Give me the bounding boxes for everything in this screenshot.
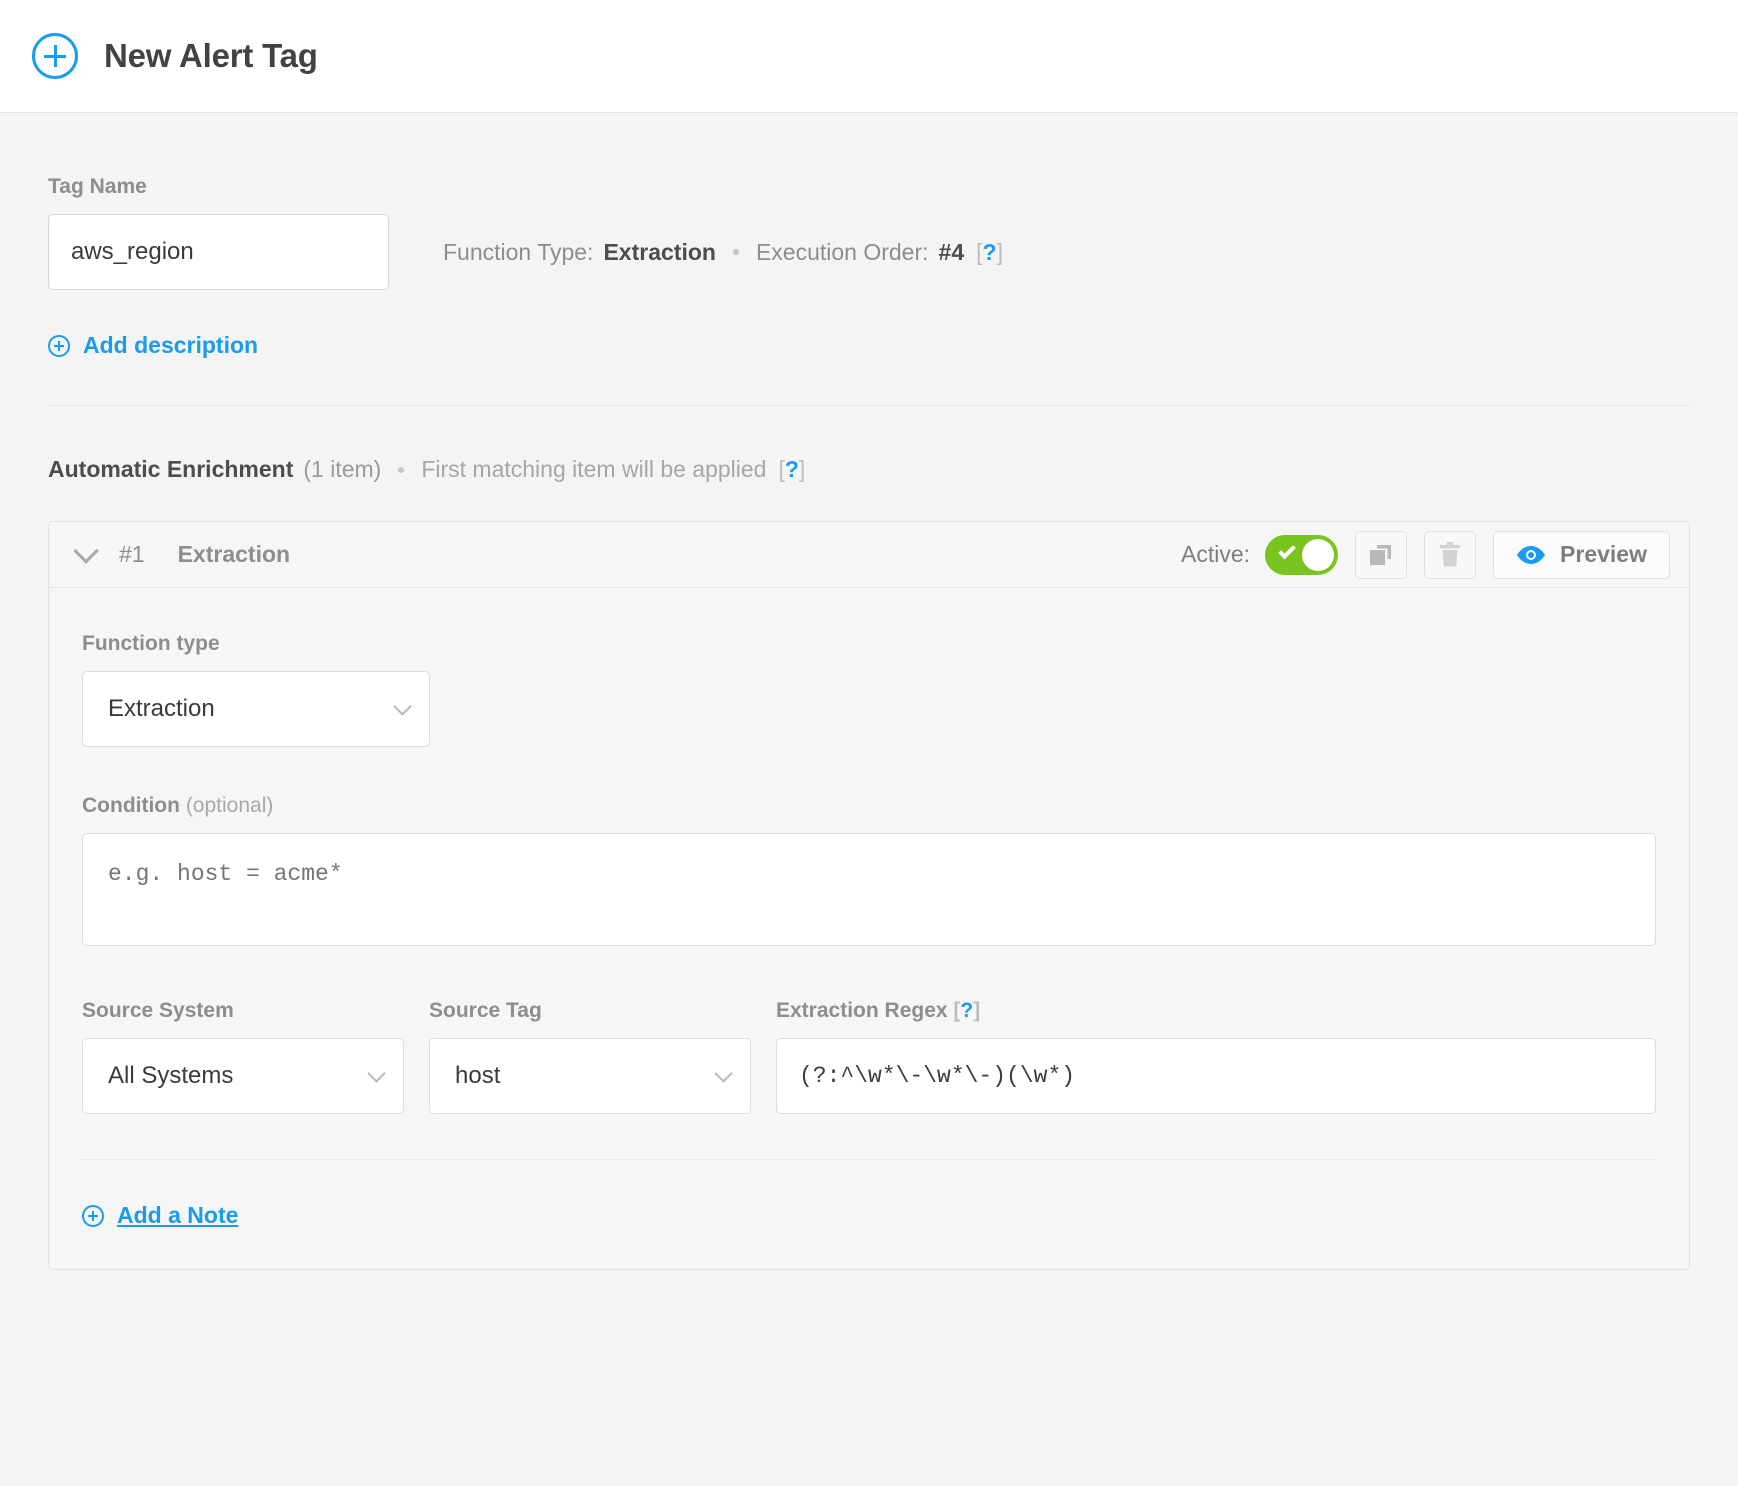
function-type-select[interactable]: Extraction [82,671,430,747]
extraction-fields-row: Source System All Systems Source Tag hos… [82,999,1656,1114]
trash-icon [1438,541,1462,569]
plus-circle-small-icon [82,1205,104,1227]
source-system-select[interactable]: All Systems [82,1038,404,1114]
enrichment-item-actions: Active: [1181,531,1670,579]
enrichment-item-index: #1 [119,541,145,568]
chevron-down-icon [367,1064,385,1082]
duplicate-button[interactable] [1355,531,1407,579]
execution-order-label: Execution Order: [756,239,929,266]
tag-meta-line: Function Type: Extraction Execution Orde… [443,239,1003,266]
condition-optional-text: (optional) [186,794,274,817]
function-type-label: Function Type: [443,239,593,266]
extraction-regex-help-icon[interactable]: [?] [953,999,980,1022]
enrichment-item-kind: Extraction [178,541,290,568]
function-type-group: Function type Extraction [82,632,1656,747]
automatic-enrichment-note: First matching item will be applied [421,456,766,483]
active-label: Active: [1181,541,1250,568]
tag-name-input[interactable] [48,214,389,290]
automatic-enrichment-title: Automatic Enrichment [48,456,293,483]
plus-circle-icon[interactable] [32,33,78,79]
enrichment-item-body: Function type Extraction Condition (opti… [49,588,1689,1269]
tag-name-row: Function Type: Extraction Execution Orde… [48,214,1690,290]
separator-dot-icon [733,249,739,255]
source-tag-label: Source Tag [429,999,751,1023]
add-description-label: Add description [83,332,258,359]
add-note-label: Add a Note [117,1202,238,1229]
tag-name-section: Tag Name Function Type: Extraction Execu… [48,113,1690,405]
condition-group: Condition (optional) [82,794,1656,951]
check-icon [1278,541,1296,559]
delete-button[interactable] [1424,531,1476,579]
automatic-enrichment-help-icon[interactable]: [?] [778,456,805,483]
automatic-enrichment-count: (1 item) [303,456,381,483]
plus-circle-small-icon [48,335,70,357]
extraction-regex-input[interactable] [776,1038,1656,1114]
source-tag-value: host [455,1062,500,1090]
active-toggle[interactable] [1265,535,1338,575]
eye-icon [1516,545,1546,565]
preview-label: Preview [1560,541,1647,568]
toggle-knob [1302,539,1334,571]
condition-field-label: Condition (optional) [82,794,1656,818]
function-type-value: Extraction [603,239,715,266]
execution-order-help-icon[interactable]: [?] [976,239,1003,266]
source-tag-select[interactable]: host [429,1038,751,1114]
add-description-link[interactable]: Add description [48,332,1690,359]
chevron-down-icon[interactable] [73,538,98,563]
function-type-field-label: Function type [82,632,1656,656]
source-system-value: All Systems [108,1062,233,1090]
execution-order-value: #4 [939,239,965,266]
tag-name-label: Tag Name [48,175,1690,199]
page-content: Tag Name Function Type: Extraction Execu… [0,113,1738,1270]
duplicate-icon [1368,542,1394,568]
page-header: New Alert Tag [0,0,1738,113]
enrichment-item-card: #1 Extraction Active: [48,521,1690,1270]
function-type-select-value: Extraction [108,695,215,723]
chevron-down-icon [393,697,411,715]
page-title: New Alert Tag [104,37,318,75]
automatic-enrichment-section: Automatic Enrichment (1 item) First matc… [48,406,1690,1270]
condition-input[interactable] [82,833,1656,946]
extraction-regex-group: Extraction Regex [?] [776,999,1656,1114]
source-tag-group: Source Tag host [429,999,751,1114]
extraction-regex-label: Extraction Regex [?] [776,999,1656,1023]
preview-button[interactable]: Preview [1493,531,1670,579]
source-system-label: Source System [82,999,404,1023]
source-system-group: Source System All Systems [82,999,404,1114]
enrichment-item-header: #1 Extraction Active: [49,522,1689,588]
separator-dot-icon [398,467,404,473]
add-note-link[interactable]: Add a Note [82,1160,1656,1269]
chevron-down-icon [714,1064,732,1082]
automatic-enrichment-header: Automatic Enrichment (1 item) First matc… [48,456,1690,483]
